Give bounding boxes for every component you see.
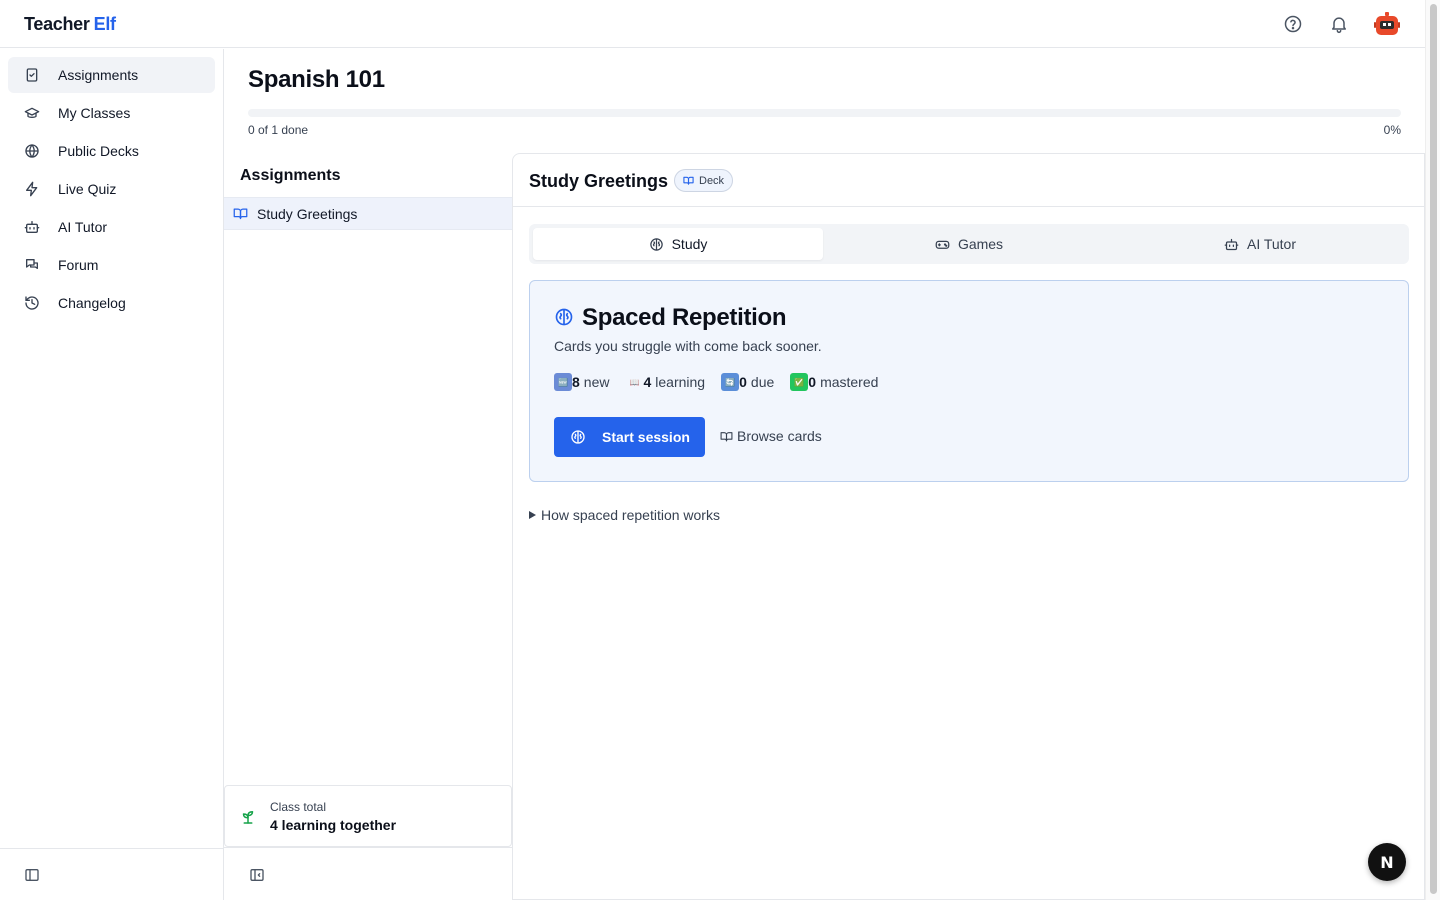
sidebar-item-live-quiz[interactable]: Live Quiz: [8, 171, 215, 207]
user-avatar[interactable]: [1374, 11, 1400, 37]
progress-percent-text: 0%: [1383, 123, 1401, 137]
sidebar-item-label: Live Quiz: [58, 181, 117, 197]
scrollbar-thumb[interactable]: [1430, 4, 1437, 894]
page-scrollbar[interactable]: [1425, 0, 1440, 900]
assignment-detail-panel: Study Greetings Deck Study Games AI Tuto…: [512, 153, 1425, 900]
tab-ai-tutor[interactable]: AI Tutor: [1115, 228, 1405, 260]
sidebar-footer: [0, 848, 223, 900]
class-total-value: 4 learning together: [270, 817, 397, 833]
bell-icon[interactable]: [1329, 14, 1349, 34]
sidebar-item-label: Assignments: [58, 67, 139, 83]
browse-cards-button[interactable]: Browse cards: [720, 428, 822, 444]
spaced-repetition-card: Spaced Repetition Cards you struggle wit…: [529, 280, 1409, 482]
sidebar-item-my-classes[interactable]: My Classes: [8, 95, 215, 131]
disclosure-triangle-icon: [529, 511, 536, 519]
srs-title: Spaced Repetition: [582, 304, 787, 331]
check-emoji-icon: ✅: [790, 373, 809, 391]
messages-icon: [24, 257, 40, 273]
assignments-footer: [224, 847, 512, 900]
book-open-icon: [720, 430, 733, 443]
stat-count: 0: [739, 374, 747, 390]
logo-text-teacher: Teacher: [24, 14, 90, 34]
stat-count: 4: [643, 374, 652, 390]
top-bar: Teacher Elf: [0, 0, 1425, 48]
assignments-panel: Assignments Study Greetings Class total …: [224, 153, 512, 900]
sidebar-item-assignments[interactable]: Assignments: [8, 57, 215, 93]
browse-cards-label: Browse cards: [737, 428, 822, 444]
brain-icon: [570, 429, 586, 445]
book-open-icon: [233, 206, 248, 221]
srs-stats: 🆕 8 new 📖 4 learning 🔄 0 due ✅ 0 mastere…: [554, 373, 894, 391]
graduation-cap-icon: [24, 105, 40, 121]
stat-label: new: [583, 374, 610, 390]
stat-count: 0: [808, 374, 817, 390]
sidebar-item-public-decks[interactable]: Public Decks: [8, 133, 215, 169]
start-session-label: Start session: [602, 429, 690, 445]
sidebar: Assignments My Classes Public Decks Live…: [0, 49, 224, 900]
stat-new: 🆕 8 new: [554, 373, 609, 391]
sidebar-item-ai-tutor[interactable]: AI Tutor: [8, 209, 215, 245]
assignment-item-study-greetings[interactable]: Study Greetings: [224, 197, 512, 230]
sidebar-item-label: Changelog: [58, 295, 126, 311]
assignments-heading: Assignments: [240, 167, 341, 184]
nextjs-dev-indicator-button[interactable]: N: [1368, 843, 1406, 881]
assignment-item-label: Study Greetings: [257, 205, 358, 222]
tab-label: Study: [671, 236, 708, 252]
stat-due: 🔄 0 due: [721, 373, 774, 391]
sidebar-item-label: Forum: [58, 257, 99, 273]
detail-tabs: Study Games AI Tutor: [529, 224, 1409, 264]
stat-mastered: ✅ 0 mastered: [790, 373, 878, 391]
open-book-emoji-icon: 📖: [629, 377, 640, 387]
sprout-icon: [239, 808, 257, 826]
zap-icon: [24, 181, 40, 197]
deck-badge: Deck: [674, 169, 734, 192]
help-icon[interactable]: [1283, 14, 1303, 34]
sidebar-toggle-icon[interactable]: [24, 867, 40, 883]
tab-games[interactable]: Games: [824, 228, 1114, 260]
history-icon: [24, 295, 40, 311]
deck-badge-label: Deck: [699, 174, 725, 187]
gamepad-icon: [935, 237, 950, 252]
logo-text-elf: Elf: [93, 14, 116, 34]
stat-label: mastered: [820, 374, 879, 390]
page-title: Spanish 101: [248, 66, 385, 93]
start-session-button[interactable]: Start session: [554, 417, 705, 457]
sidebar-item-label: Public Decks: [58, 143, 139, 159]
sidebar-item-forum[interactable]: Forum: [8, 247, 215, 283]
how-it-works-disclosure[interactable]: How spaced repetition works: [529, 507, 720, 523]
sidebar-item-label: My Classes: [58, 105, 131, 121]
bot-icon: [1224, 237, 1239, 252]
globe-icon: [24, 143, 40, 159]
bot-icon: [24, 219, 40, 235]
stat-learning: 📖 4 learning: [625, 373, 706, 391]
class-total-caption: Class total: [270, 800, 327, 814]
how-it-works-label: How spaced repetition works: [541, 507, 720, 523]
stat-label: learning: [655, 374, 706, 390]
stat-label: due: [750, 374, 775, 390]
cycle-emoji-icon: 🔄: [721, 373, 740, 391]
sidebar-item-changelog[interactable]: Changelog: [8, 285, 215, 321]
new-emoji-icon: 🆕: [554, 373, 572, 391]
stat-count: 8: [572, 374, 580, 390]
panel-collapse-icon[interactable]: [249, 867, 265, 883]
progress-count-text: 0 of 1 done: [248, 123, 309, 137]
srs-subtitle: Cards you struggle with come back sooner…: [554, 338, 822, 354]
fab-letter: N: [1380, 852, 1394, 872]
detail-title: Study Greetings: [529, 171, 669, 191]
brain-icon: [554, 307, 574, 327]
book-open-icon: [683, 175, 694, 186]
tab-label: Games: [957, 236, 1004, 252]
class-progress-bar: [248, 109, 1401, 117]
detail-header: Study Greetings Deck: [513, 154, 1424, 207]
app-logo[interactable]: Teacher Elf: [24, 14, 116, 35]
brain-icon: [649, 237, 664, 252]
class-total-card: Class total 4 learning together: [224, 785, 512, 847]
tab-study[interactable]: Study: [533, 228, 823, 260]
sidebar-item-label: AI Tutor: [58, 219, 108, 235]
clipboard-check-icon: [24, 67, 40, 83]
tab-label: AI Tutor: [1246, 236, 1297, 252]
